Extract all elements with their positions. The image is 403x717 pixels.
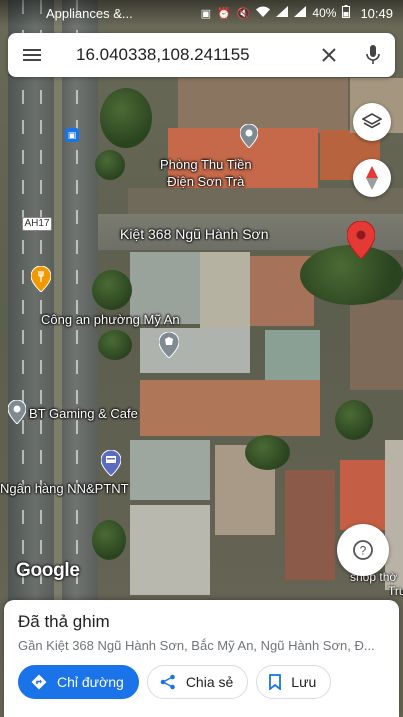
- voice-search-button[interactable]: [351, 33, 395, 77]
- directions-label: Chỉ đường: [57, 674, 124, 690]
- directions-button[interactable]: Chỉ đường: [18, 665, 139, 699]
- google-logo: Google: [16, 560, 80, 581]
- clock: 10:49: [360, 5, 393, 21]
- directions-icon: [31, 674, 47, 690]
- action-row: Chỉ đường Chia sẻ Lưu: [18, 665, 385, 699]
- building-roof: [200, 252, 250, 330]
- save-label: Lưu: [291, 674, 317, 690]
- street-label: Kiệt 368 Ngũ Hành Sơn: [120, 226, 269, 242]
- mute-icon: 🔇: [236, 7, 251, 20]
- building-roof: [285, 470, 335, 580]
- save-button[interactable]: Lưu: [256, 665, 332, 699]
- place-sheet[interactable]: Đã thả ghim Gần Kiệt 368 Ngũ Hành Sơn, B…: [4, 600, 399, 717]
- explore-button[interactable]: ?: [337, 524, 389, 576]
- share-button[interactable]: Chia sẻ: [146, 665, 249, 699]
- battery-icon: [342, 5, 351, 21]
- explore-icon: ?: [353, 540, 373, 560]
- share-icon: [160, 674, 176, 690]
- svg-text:?: ?: [360, 544, 367, 558]
- clear-search-button[interactable]: [307, 33, 351, 77]
- microphone-icon: [366, 45, 380, 64]
- share-label: Chia sẻ: [185, 674, 234, 690]
- bus-stop-icon[interactable]: ▣: [65, 128, 79, 142]
- building-roof: [385, 440, 403, 590]
- search-input[interactable]: 16.040338,108.241155: [56, 45, 307, 65]
- compass-icon: [366, 166, 378, 190]
- building-roof: [140, 380, 320, 436]
- menu-button[interactable]: [8, 33, 56, 77]
- search-bar[interactable]: 16.040338,108.241155: [8, 33, 395, 77]
- signal-icon: [294, 6, 307, 20]
- alarm-icon: ⏰: [217, 7, 231, 20]
- place-label-line: Phòng Thu Tiền: [160, 157, 252, 172]
- status-bar: Appliances &... ▣ ⏰ 🔇 40% 10:49: [0, 0, 403, 26]
- building-roof: [140, 328, 250, 373]
- layers-icon: [362, 113, 382, 129]
- layers-button[interactable]: [353, 103, 391, 141]
- police-pin-icon[interactable]: [158, 331, 180, 359]
- police-label[interactable]: Công an phường Mỹ An: [41, 312, 180, 327]
- gray-pin-icon[interactable]: [239, 123, 259, 149]
- tree: [245, 435, 290, 470]
- place-title: Đã thả ghim: [18, 612, 110, 631]
- tree: [92, 270, 132, 310]
- image-icon: ▣: [200, 7, 212, 20]
- tree: [100, 88, 152, 148]
- shop-label-line: Tru: [388, 584, 403, 598]
- bank-label[interactable]: Ngân hàng NN&PTNT: [0, 481, 129, 496]
- gray-pin-icon[interactable]: [7, 399, 27, 425]
- battery-percent: 40%: [312, 6, 337, 20]
- highway-shield: AH17: [22, 217, 52, 231]
- wifi-icon: [256, 6, 271, 20]
- bookmark-icon: [269, 674, 282, 690]
- close-icon: [322, 48, 336, 62]
- building-roof: [178, 78, 348, 133]
- notification-text: Appliances &...: [46, 5, 133, 21]
- place-label-line: Điện Sơn Trà: [167, 174, 245, 189]
- bank-pin-icon[interactable]: [100, 449, 122, 477]
- compass-button[interactable]: [353, 159, 391, 197]
- place-label[interactable]: Phòng Thu Tiền Điện Sơn Trà: [160, 157, 252, 189]
- building-roof: [265, 330, 320, 380]
- building-roof: [350, 300, 403, 390]
- status-icons: ▣ ⏰ 🔇 40% 10:49: [201, 5, 393, 21]
- gaming-label[interactable]: BT Gaming & Cafe: [29, 406, 138, 421]
- tree: [95, 150, 125, 180]
- place-address: Gần Kiệt 368 Ngũ Hành Sơn, Bắc Mỹ An, Ng…: [18, 638, 375, 653]
- hamburger-menu-icon: [23, 49, 41, 61]
- restaurant-pin-icon[interactable]: [30, 265, 52, 293]
- building-roof: [130, 505, 210, 595]
- tree: [335, 400, 373, 440]
- signal-icon: [276, 6, 289, 20]
- building-roof: [130, 440, 210, 500]
- tree: [98, 330, 132, 360]
- building-roof: [340, 460, 385, 530]
- red-pin-icon[interactable]: [346, 220, 376, 260]
- tree: [92, 520, 126, 560]
